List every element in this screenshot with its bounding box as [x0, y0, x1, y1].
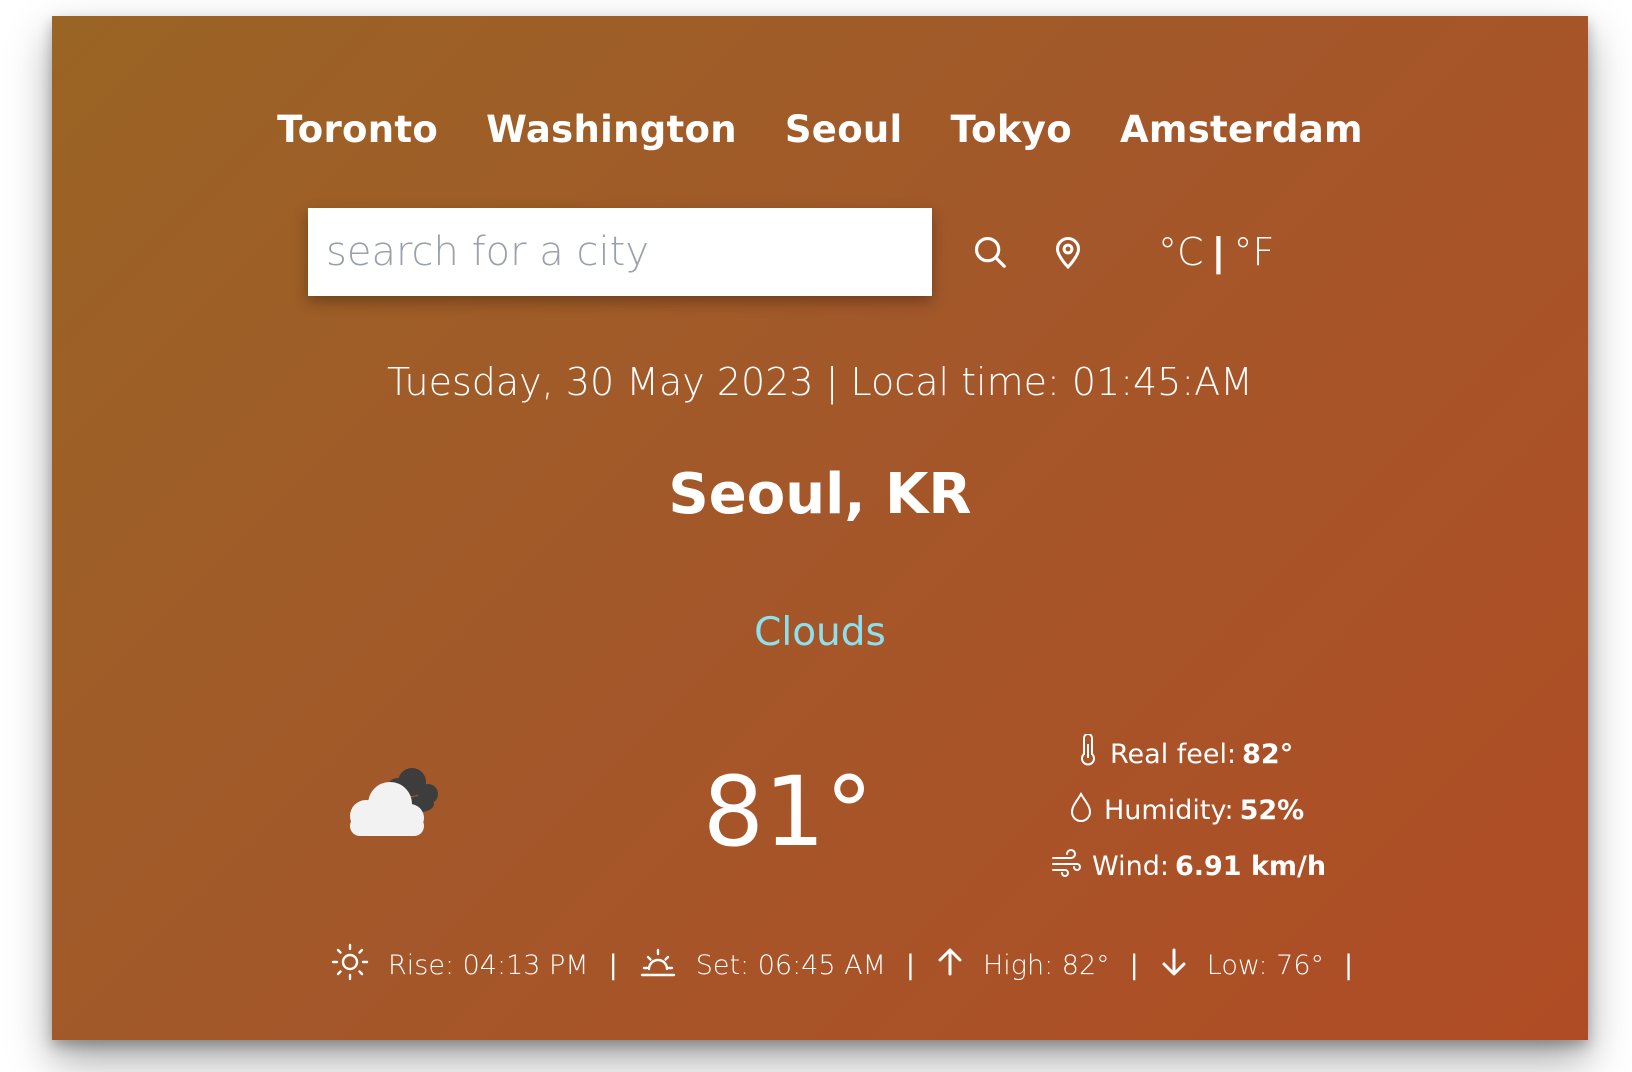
high-item: High: 82°: [935, 946, 1110, 985]
cloud-icon: [328, 760, 448, 850]
droplet-icon: [1068, 791, 1104, 830]
low-item: Low: 76°: [1159, 946, 1324, 985]
humidity-label: Humidity:: [1104, 794, 1234, 826]
real-feel-label: Real feel:: [1110, 738, 1237, 770]
low-text: Low: 76°: [1206, 950, 1324, 981]
temperature: 81°: [702, 756, 874, 868]
local-datetime: Tuesday, 30 May 2023 | Local time: 01:45…: [387, 360, 1253, 404]
city-nav: Toronto Washington Seoul Tokyo Amsterdam: [52, 108, 1588, 151]
separator: |: [905, 950, 915, 981]
real-feel-value: 82°: [1242, 738, 1294, 770]
sunrise-item: Rise: 04:13 PM: [330, 942, 589, 989]
separator: |: [608, 950, 618, 981]
unit-separator: |: [1211, 230, 1226, 274]
wind-icon: [1050, 848, 1092, 884]
humidity-value: 52%: [1239, 794, 1305, 826]
location-pin-icon[interactable]: [1044, 228, 1092, 276]
city-link-seoul[interactable]: Seoul: [785, 108, 903, 151]
sunrise-text: Rise: 04:13 PM: [388, 950, 589, 981]
city-link-amsterdam[interactable]: Amsterdam: [1120, 108, 1363, 151]
city-link-toronto[interactable]: Toronto: [277, 108, 438, 151]
celsius-button[interactable]: °C: [1158, 230, 1204, 274]
separator: |: [1344, 950, 1354, 981]
sunset-item: Set: 06:45 AM: [638, 942, 886, 989]
separator: |: [1129, 950, 1139, 981]
weather-details: Real feel: 82° Humidity: 52% Wind: 6.91 …: [1050, 726, 1326, 894]
daily-summary: Rise: 04:13 PM | Set: 06:45 AM | High: 8…: [330, 942, 1373, 989]
city-link-washington[interactable]: Washington: [486, 108, 737, 151]
real-feel-row: Real feel: 82°: [1076, 726, 1326, 782]
wind-value: 6.91 km/h: [1174, 850, 1327, 882]
sunrise-icon: [330, 942, 388, 989]
weather-condition: Clouds: [754, 610, 886, 655]
unit-toggle: °C | °F: [1158, 230, 1274, 274]
humidity-row: Humidity: 52%: [1068, 782, 1326, 838]
fahrenheit-button[interactable]: °F: [1233, 230, 1274, 274]
arrow-up-icon: [935, 946, 983, 985]
thermometer-icon: [1076, 732, 1110, 775]
search-bar: °C | °F: [308, 208, 1274, 296]
sunset-text: Set: 06:45 AM: [695, 950, 886, 981]
search-input[interactable]: [308, 208, 932, 296]
weather-card: Toronto Washington Seoul Tokyo Amsterdam…: [52, 16, 1588, 1040]
city-link-tokyo[interactable]: Tokyo: [951, 108, 1072, 151]
location-title: Seoul, KR: [668, 462, 972, 527]
wind-row: Wind: 6.91 km/h: [1050, 838, 1326, 894]
search-icon[interactable]: [966, 228, 1014, 276]
wind-label: Wind:: [1092, 850, 1169, 882]
sunset-icon: [638, 942, 696, 989]
arrow-down-icon: [1159, 946, 1207, 985]
high-text: High: 82°: [983, 950, 1110, 981]
